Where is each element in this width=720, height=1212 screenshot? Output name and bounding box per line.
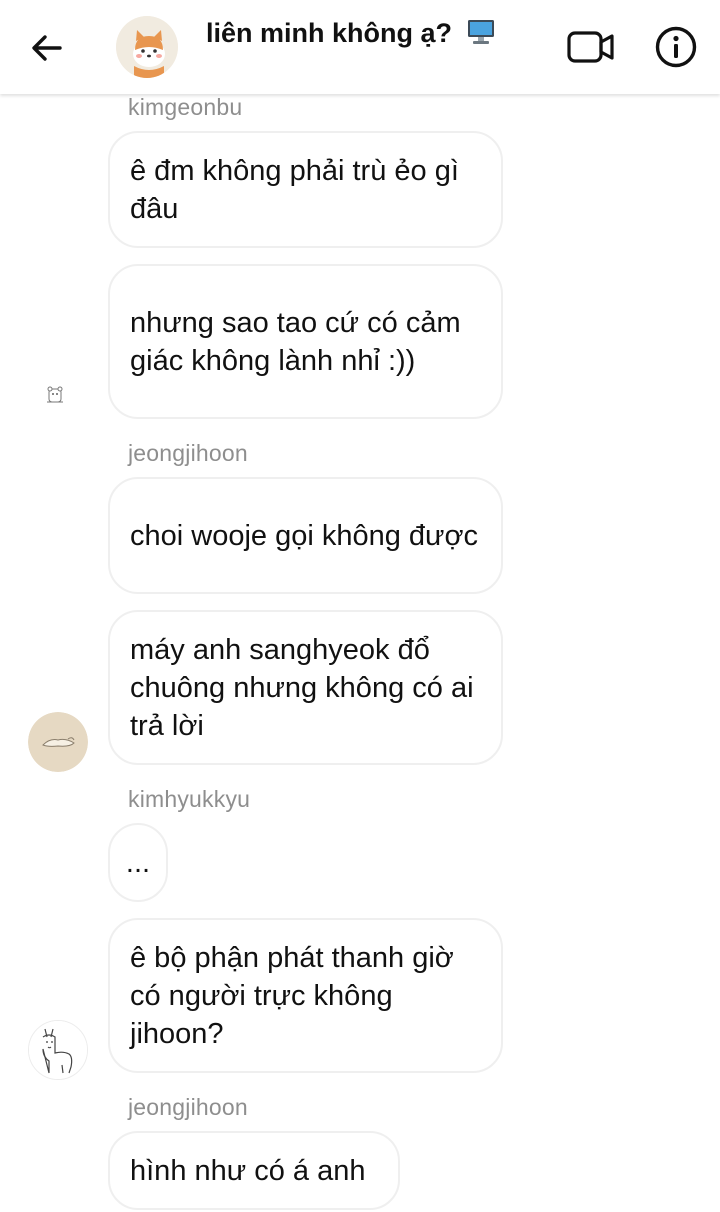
sender-name: jeongjihoon	[128, 1094, 248, 1120]
video-camera-icon	[567, 31, 614, 63]
chat-title-text: liên minh không ạ?	[206, 18, 453, 48]
message-text: ê đm không phải trù ẻo gì đâu	[130, 154, 459, 225]
message-bubble[interactable]: ...	[108, 823, 168, 902]
message-text: choi wooje gọi không được	[130, 519, 478, 552]
message-bubble[interactable]: nhưng sao tao cứ có cảm giác không lành …	[108, 264, 503, 419]
desktop-computer-icon	[467, 20, 494, 44]
message-bubble[interactable]: ê đm không phải trù ẻo gì đâu	[108, 131, 503, 248]
message-text: hình như có á anh	[130, 1154, 366, 1187]
shiba-avatar-icon	[116, 16, 178, 78]
sender-name: kimhyukkyu	[128, 786, 251, 812]
info-icon	[655, 26, 697, 68]
message-text: nhưng sao tao cứ có cảm giác không lành …	[130, 306, 461, 377]
chat-title[interactable]: liên minh không ạ?	[206, 18, 496, 49]
arrow-left-icon	[32, 35, 62, 61]
sender-avatar[interactable]	[28, 1020, 88, 1080]
sender-name: jeongjihoon	[128, 440, 248, 466]
message-bubble[interactable]: ê bộ phận phát thanh giờ có người trực k…	[108, 918, 503, 1073]
sender-name: kimgeonbu	[128, 94, 243, 120]
sender-avatar[interactable]	[40, 380, 70, 410]
message-bubble[interactable]: máy anh sanghyeok đổ chuông nhưng không …	[108, 610, 503, 765]
message-text: ê bộ phận phát thanh giờ có người trực k…	[130, 941, 454, 1050]
sender-avatar[interactable]	[28, 712, 88, 772]
chat-header: liên minh không ạ?	[0, 0, 720, 94]
message-bubble[interactable]: choi wooje gọi không được	[108, 477, 503, 594]
alpaca-avatar-icon	[29, 1021, 87, 1079]
group-avatar[interactable]	[116, 16, 178, 78]
message-text: máy anh sanghyeok đổ chuông nhưng không …	[130, 633, 474, 742]
bear-sticker-avatar-icon	[47, 386, 63, 403]
back-button[interactable]	[28, 28, 68, 68]
message-text: ...	[125, 846, 151, 879]
message-bubble[interactable]: hình như có á anh	[108, 1131, 400, 1210]
video-call-button[interactable]	[566, 28, 616, 66]
info-button[interactable]	[654, 25, 698, 69]
sleeping-animal-avatar-icon	[28, 712, 88, 772]
